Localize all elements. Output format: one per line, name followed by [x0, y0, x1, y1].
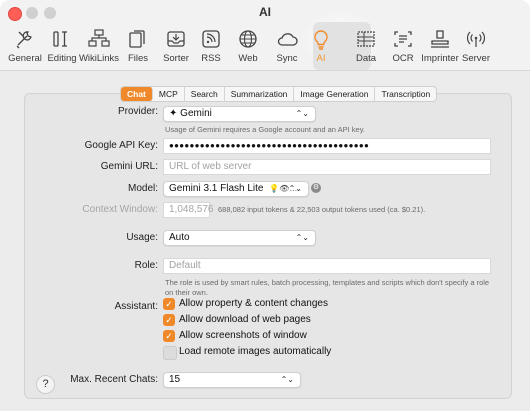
gemini-sparkle-icon: ✦ [169, 108, 181, 119]
tab-mcp[interactable]: MCP [153, 87, 185, 101]
rss-icon [199, 28, 223, 50]
usage-label: Usage: [126, 232, 158, 243]
sorter-tray-icon [164, 28, 188, 50]
cloud-icon [275, 28, 299, 50]
help-button[interactable]: ? [36, 375, 55, 394]
role-field[interactable]: Default [163, 258, 491, 274]
files-icon [126, 28, 150, 50]
context-window-label: Context Window: [82, 204, 158, 215]
model-popup[interactable]: Gemini 3.1 Flash Lite 💡👁… ⌃⌄ [163, 181, 309, 197]
globe-icon [236, 28, 260, 50]
link-nodes-icon [87, 28, 111, 50]
window-title: AI [259, 5, 271, 19]
max-recent-chats-popup[interactable]: 15 ⌃⌄ [163, 372, 301, 388]
toolbar-item-server[interactable]: Server [456, 26, 496, 70]
context-usage-note: 688,082 input tokens & 22,503 output tok… [218, 205, 426, 214]
gemini-url-field[interactable]: URL of web server [163, 159, 491, 175]
assistant-option-label: Allow download of web pages [179, 314, 311, 325]
context-window-field[interactable]: 1,048,576 [163, 202, 214, 218]
tab-transcription[interactable]: Transcription [375, 87, 436, 101]
max-recent-chats-label: Max. Recent Chats: [70, 374, 158, 385]
role-label: Role: [134, 260, 158, 271]
model-value: Gemini 3.1 Flash Lite [169, 183, 264, 194]
assistant-option-label: Allow screenshots of window [179, 330, 307, 341]
stamp-icon [428, 28, 452, 50]
toolbar-item-label: Server [462, 53, 490, 64]
checkbox-checked[interactable]: ✓ [163, 314, 175, 326]
tab-chat[interactable]: Chat [121, 87, 153, 101]
role-note: The role is used by smart rules, batch p… [165, 278, 490, 297]
toolbar-item-ai[interactable]: AI [301, 26, 341, 70]
api-key-label: Google API Key: [84, 140, 158, 151]
provider-popup[interactable]: ✦ Gemini ⌃⌄ [163, 106, 316, 122]
preferences-window: AI General Editing WikiLinks Files Sorter RSS… [0, 0, 530, 411]
lightbulb-icon [309, 28, 333, 50]
checkbox-checked[interactable]: ✓ [163, 298, 175, 310]
chevron-updown-icon: ⌃⌄ [280, 375, 294, 384]
provider-value: Gemini [180, 108, 212, 119]
chevron-updown-icon: ⌃⌄ [295, 109, 309, 118]
checkbox-checked[interactable]: ✓ [163, 330, 175, 342]
model-label: Model: [127, 183, 158, 194]
provider-note: Usage of Gemini requires a Google accoun… [165, 125, 365, 134]
tab-search[interactable]: Search [185, 87, 225, 101]
usage-value: Auto [169, 232, 190, 243]
max-recent-chats-value: 15 [169, 374, 181, 385]
api-key-field[interactable]: ●●●●●●●●●●●●●●●●●●●●●●●●●●●●●●●●●●●●●●● [163, 138, 491, 154]
model-info-icon[interactable]: ⚙ [311, 183, 321, 193]
broadcast-icon [464, 28, 488, 50]
assistant-option-label: Allow property & content changes [179, 298, 328, 309]
tools-icon [13, 28, 37, 50]
toolbar: AI General Editing WikiLinks Files Sorter RSS… [0, 0, 530, 71]
provider-label: Provider: [117, 106, 158, 117]
data-grid-icon [354, 28, 378, 50]
assistant-option-label: Load remote images automatically [179, 346, 332, 357]
usage-popup[interactable]: Auto ⌃⌄ [163, 230, 316, 246]
ocr-scan-icon [391, 28, 415, 50]
checkbox-unchecked[interactable] [163, 346, 177, 360]
gemini-url-label: Gemini URL: [100, 161, 158, 172]
tab-summarization[interactable]: Summarization [225, 87, 295, 101]
assistant-label: Assistant: [114, 301, 158, 312]
chevron-updown-icon: ⌃⌄ [295, 233, 309, 242]
ai-section-tabs: Chat MCP Search Summarization Image Generati… [120, 86, 438, 102]
tab-image-generation[interactable]: Image Generation [294, 87, 376, 101]
chevron-updown-icon: ⌃⌄ [288, 184, 302, 193]
text-cursor-icon [50, 28, 74, 50]
